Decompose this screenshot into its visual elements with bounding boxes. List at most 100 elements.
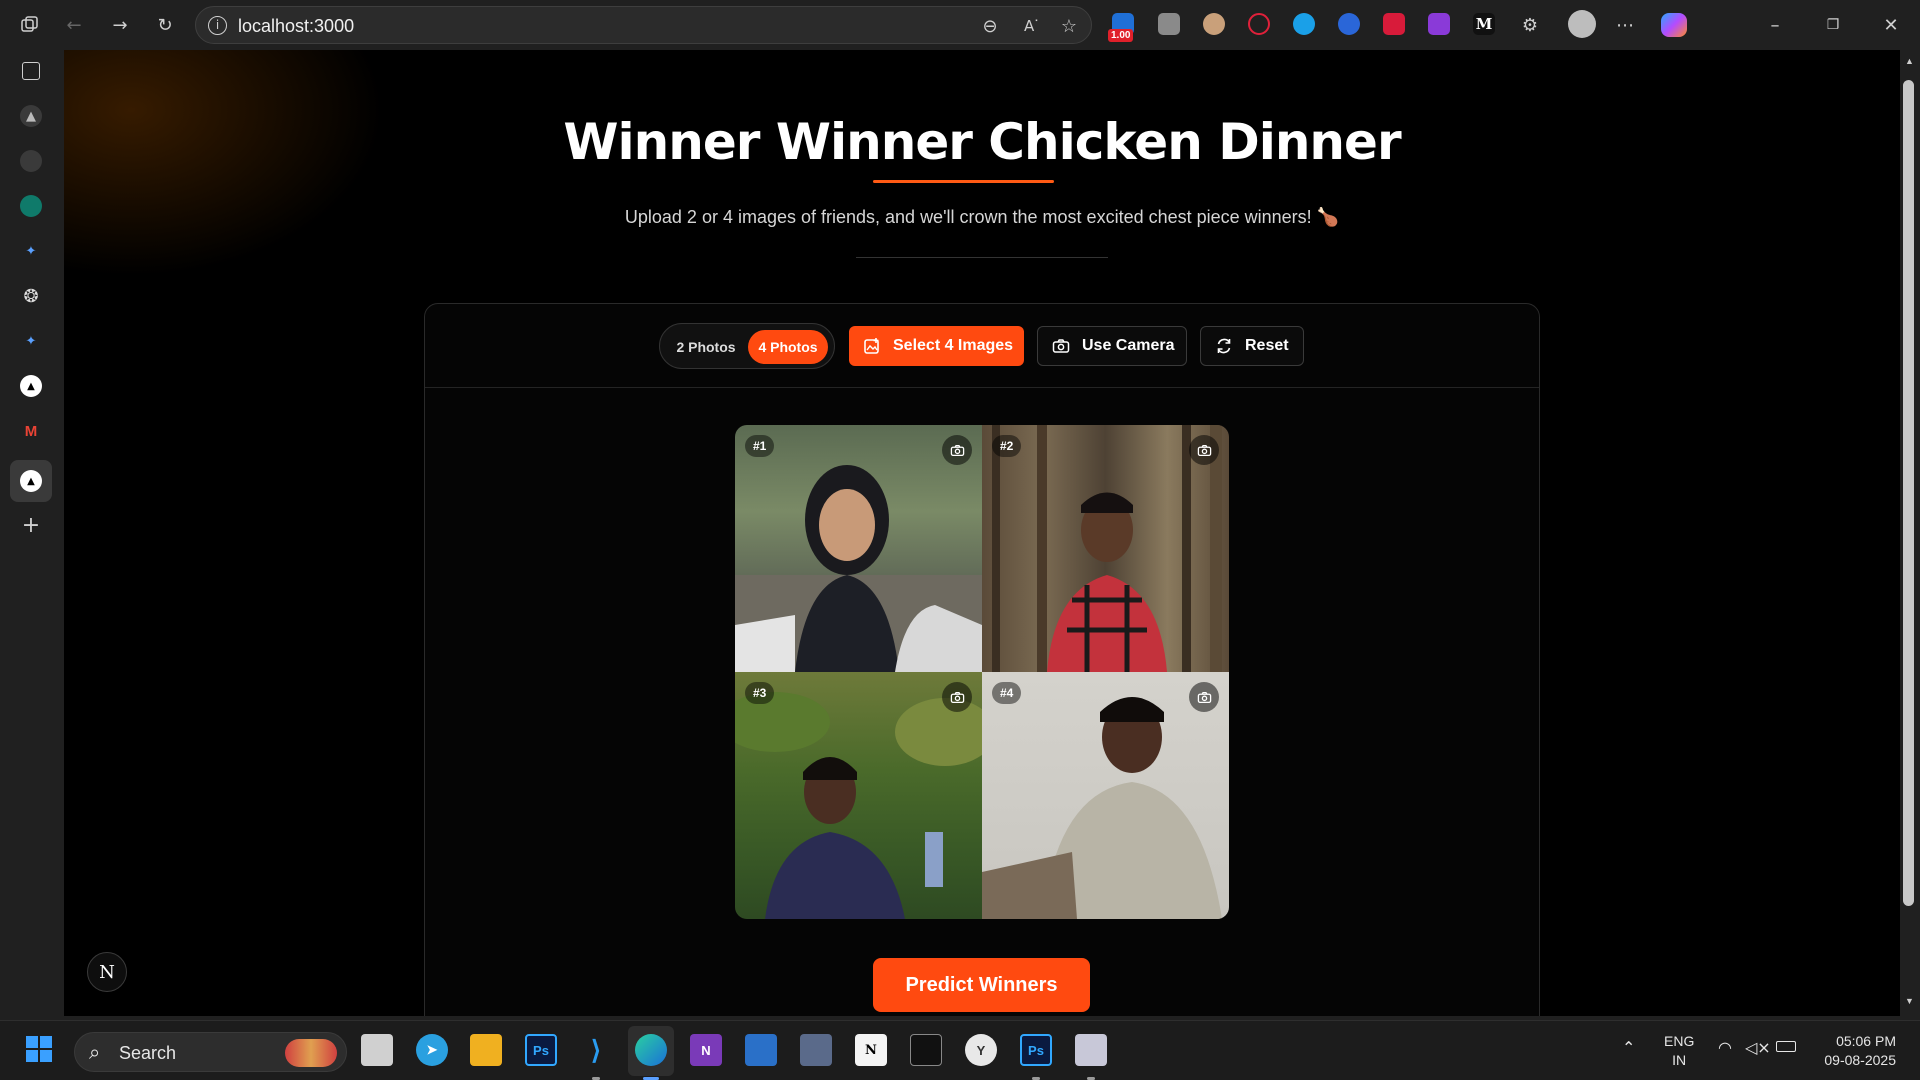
calendar-icon[interactable] [745,1034,777,1066]
extension-ai-icon[interactable] [1428,13,1450,35]
card-toolbar: 2 Photos 4 Photos Select 4 Images Use Ca… [425,304,1539,388]
read-aloud-icon[interactable]: Aᐝ [1019,14,1043,38]
medium-icon[interactable]: M [1473,13,1495,35]
clock-app-icon[interactable]: Y [965,1034,997,1066]
predict-winners-button[interactable]: Predict Winners [873,958,1090,1012]
volume-muted-icon[interactable]: ◁× [1745,1038,1771,1057]
zoom-out-icon[interactable]: ⊖ [978,14,1002,38]
scroll-down-icon[interactable]: ▼ [1905,996,1914,1006]
search-icon: ⌕ [89,1040,101,1064]
tab-actions-icon[interactable] [22,62,40,80]
photo-tile-1[interactable]: #1 [735,425,982,672]
photo-3-image [735,692,982,919]
edge-icon[interactable] [635,1034,667,1066]
browser-sidebar: ▲ ✦ ❂ ✦ ▲ M ▲ + [0,50,64,1020]
refresh-icon[interactable]: ↻ [153,13,177,37]
photoshop-2-icon[interactable]: Ps [1020,1034,1052,1066]
sidebar-gemini2-icon[interactable]: ✦ [20,330,42,352]
search-highlight-icon [285,1039,337,1067]
extension-video-icon[interactable] [1383,13,1405,35]
nextjs-dev-badge[interactable]: N [87,952,127,992]
workspaces-icon[interactable] [18,13,42,37]
reset-button[interactable]: Reset [1200,326,1304,366]
tray-chevron-icon[interactable]: ⌃ [1622,1038,1635,1057]
sidebar-doc-icon[interactable] [20,150,42,172]
photo-tile-4[interactable]: #4 [982,672,1229,919]
scrollbar-thumb[interactable] [1903,80,1914,906]
windows-start-icon[interactable] [24,1034,54,1064]
image-add-icon [864,338,879,354]
app-icon[interactable] [800,1034,832,1066]
toggle-2-photos[interactable]: 2 Photos [666,330,746,364]
close-icon[interactable]: ✕ [1879,13,1903,37]
photo-tile-2[interactable]: #2 [982,425,1229,672]
sidebar-gmail-icon[interactable]: M [20,420,42,442]
photo-count-toggle: 2 Photos 4 Photos [659,323,835,369]
more-menu-icon[interactable]: ⋯ [1613,13,1637,37]
language-indicator[interactable]: ENG IN [1664,1032,1694,1070]
use-camera-label: Use Camera [1082,337,1175,354]
extension-edge-icon[interactable] [1293,13,1315,35]
tile-number-badge: #4 [992,682,1022,704]
extensions-puzzle-icon[interactable]: ⚙ [1518,13,1542,37]
restore-icon[interactable]: ❐ [1821,13,1845,37]
profile-avatar[interactable] [1568,10,1596,38]
tile-camera-icon[interactable] [942,435,972,465]
tile-camera-icon[interactable] [1189,682,1219,712]
tile-number-badge: #3 [745,682,775,704]
camera-icon [1052,339,1070,353]
windows-taskbar: ⌕ Search ➤ Ps ⟩ N N Y Ps ⌃ ENG IN ◠ ◁× 0… [0,1020,1920,1080]
sidebar-vercel2-icon[interactable]: ▲ [20,375,42,397]
lang-code: ENG [1664,1033,1695,1049]
extension-ghost-icon[interactable] [1158,13,1180,35]
tile-camera-icon[interactable] [942,682,972,712]
title-underline [873,180,1054,183]
forward-icon[interactable]: → [108,13,132,37]
sidebar-chatgpt-icon[interactable]: ❂ [20,285,42,307]
clock-time: 05:06 PM [1836,1033,1896,1049]
url-text[interactable]: localhost:3000 [238,16,354,37]
photo-tile-3[interactable]: #3 [735,672,982,919]
back-icon[interactable]: ← [62,13,86,37]
lang-region: IN [1672,1052,1687,1068]
photo-grid: #1 #2 #3 #4 [735,425,1229,919]
sidebar-lens-icon[interactable] [20,195,42,217]
scroll-up-icon[interactable]: ▲ [1905,56,1914,66]
taskbar-search[interactable]: ⌕ Search [74,1032,347,1072]
copilot-icon[interactable] [1661,13,1687,37]
tile-camera-icon[interactable] [1189,435,1219,465]
use-camera-button[interactable]: Use Camera [1037,326,1187,366]
onenote-icon[interactable]: N [690,1034,722,1066]
extension-compass-icon[interactable] [1338,13,1360,35]
task-view-icon[interactable] [361,1034,393,1066]
minimize-icon[interactable]: – [1763,13,1787,37]
notion-icon[interactable]: N [855,1034,887,1066]
battery-icon[interactable] [1776,1041,1796,1052]
photo-1-image [735,465,982,672]
photo-4-image [982,697,1222,919]
select-images-label: Select 4 Images [893,337,1014,354]
extension-owl-icon[interactable] [1203,13,1225,35]
address-bar[interactable]: i localhost:3000 ⊖ Aᐝ ☆ [195,6,1092,44]
sidebar-vercel-icon[interactable]: ▲ [20,105,42,127]
vscode-icon[interactable]: ⟩ [580,1034,612,1066]
telegram-icon[interactable]: ➤ [416,1034,448,1066]
snipping-tool-icon[interactable] [1075,1034,1107,1066]
photo-2-image [992,425,1222,672]
wifi-icon[interactable]: ◠ [1718,1038,1732,1057]
sidebar-add-icon[interactable]: + [20,513,42,538]
clock-date: 09-08-2025 [1824,1052,1896,1068]
file-explorer-icon[interactable] [470,1034,502,1066]
extension-play-icon[interactable] [1248,13,1270,35]
site-info-icon[interactable]: i [208,16,227,35]
taskbar-clock[interactable]: 05:06 PM 09-08-2025 [1812,1032,1896,1070]
terminal-icon[interactable] [910,1034,942,1066]
upload-card: 2 Photos 4 Photos Select 4 Images Use Ca… [424,303,1540,1016]
toggle-4-photos[interactable]: 4 Photos [748,330,828,364]
browser-toolbar: ← → ↻ i localhost:3000 ⊖ Aᐝ ☆ 1.00 M ⚙ ⋯… [0,0,1920,50]
favorite-star-icon[interactable]: ☆ [1057,14,1081,38]
photoshop-icon[interactable]: Ps [525,1034,557,1066]
sidebar-active-item[interactable]: ▲ [10,460,52,502]
sidebar-gemini-icon[interactable]: ✦ [20,240,42,262]
select-images-button[interactable]: Select 4 Images [849,326,1024,366]
